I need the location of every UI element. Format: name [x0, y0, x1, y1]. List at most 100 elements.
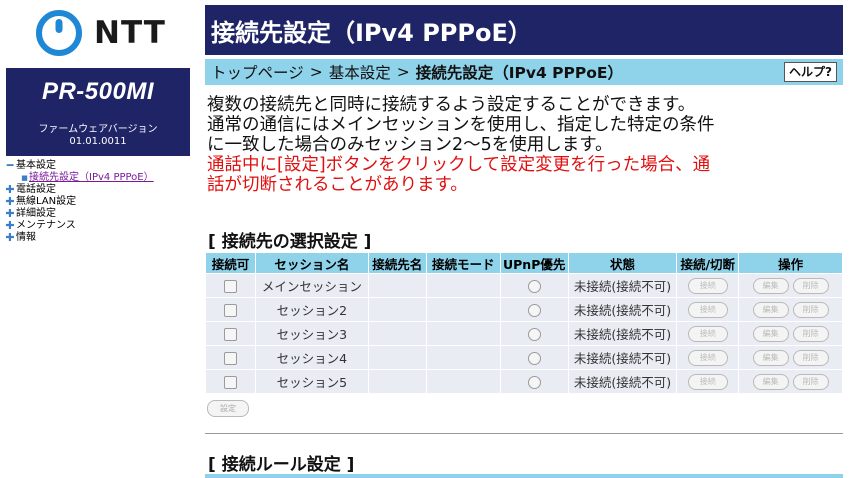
page-description: 複数の接続先と同時に接続するよう設定することができます。 通常の通信にはメインセ…: [207, 95, 847, 195]
enable-checkbox[interactable]: [223, 376, 237, 389]
column-header: 接続モード: [425, 252, 501, 274]
upnp-priority-radio[interactable]: [527, 328, 541, 341]
connection-mode-cell: [425, 273, 501, 298]
sidebar-item-label: 基本設定: [16, 160, 56, 171]
upnp-priority-radio[interactable]: [527, 304, 541, 317]
description-line: 通常の通信にはメインセッションを使用し、指定した特定の条件: [207, 115, 715, 135]
sidebar-item-label: 電話設定: [16, 184, 56, 195]
delete-button[interactable]: 削除: [792, 373, 829, 390]
ntt-logo: NTT: [36, 10, 176, 56]
plus-icon: ✚: [5, 231, 15, 244]
table-row: セッション5 未接続(接続不可) 接続 編集 削除: [205, 369, 843, 394]
table-row: セッション4 未接続(接続不可) 接続 編集 削除: [205, 345, 843, 370]
description-line: 複数の接続先と同時に接続するよう設定することができます。: [207, 95, 696, 115]
table-row: セッション3 未接続(接続不可) 接続 編集 削除: [205, 321, 843, 346]
square-bullet-icon: ■: [21, 174, 28, 182]
ntt-logo-icon: [36, 10, 82, 56]
session-name: セッション2: [254, 297, 369, 322]
breadcrumb-top[interactable]: トップページ: [211, 61, 304, 83]
minus-icon: ━: [6, 159, 14, 172]
page-title-bar: 接続先設定（IPv4 PPPoE）: [205, 5, 843, 55]
column-header: 接続/切断: [676, 252, 740, 274]
session-name: メインセッション: [254, 273, 369, 298]
destination-name-cell: [367, 273, 427, 298]
sidebar-item-info[interactable]: ✚ 情報: [5, 232, 200, 244]
destination-name-cell: [367, 321, 427, 346]
enable-checkbox[interactable]: [223, 280, 237, 293]
session-name: セッション5: [254, 369, 369, 394]
delete-button[interactable]: 削除: [792, 349, 829, 366]
breadcrumb-current: 接続先設定（IPv4 PPPoE）: [415, 64, 623, 82]
edit-button[interactable]: 編集: [752, 277, 789, 294]
sidebar-item-pppoe[interactable]: ■ 接続先設定（IPv4 PPPoE）: [5, 172, 200, 184]
logo-text: NTT: [94, 15, 166, 51]
sidebar-item-label[interactable]: 接続先設定（IPv4 PPPoE）: [29, 172, 154, 184]
connect-button[interactable]: 接続: [687, 325, 728, 342]
upnp-priority-radio[interactable]: [527, 352, 541, 365]
help-button[interactable]: ヘルプ?: [784, 62, 837, 82]
status-text: 未接続(接続不可): [567, 369, 678, 394]
edit-button[interactable]: 編集: [752, 325, 789, 342]
enable-checkbox[interactable]: [223, 304, 237, 317]
sessions-table: 接続可 セッション名 接続先名 接続モード UPnP優先 状態 接続/切断 操作…: [205, 252, 843, 394]
connect-button[interactable]: 接続: [687, 277, 728, 294]
column-header: 状態: [567, 252, 678, 274]
model-name: PR-500MI: [41, 78, 155, 105]
delete-button[interactable]: 削除: [792, 301, 829, 318]
table-row: メインセッション 未接続(接続不可) 接続 編集 削除: [205, 273, 843, 298]
firmware-label: ファームウェアバージョン: [38, 124, 158, 135]
upnp-priority-radio[interactable]: [527, 376, 541, 389]
destination-name-cell: [367, 297, 427, 322]
destination-name-cell: [367, 345, 427, 370]
column-header: 接続先名: [367, 252, 427, 274]
rules-section-title: [ 接続ルール設定 ]: [208, 455, 355, 475]
delete-button[interactable]: 削除: [792, 325, 829, 342]
warning-line: 話が切断されることがあります。: [207, 175, 468, 195]
sidebar-item-label: メンテナンス: [16, 220, 76, 231]
edit-button[interactable]: 編集: [752, 373, 789, 390]
sidebar-nav: ━ 基本設定 ■ 接続先設定（IPv4 PPPoE） ✚ 電話設定 ✚ 無線LA…: [5, 160, 200, 244]
connect-button[interactable]: 接続: [687, 349, 728, 366]
breadcrumb-separator: >: [396, 63, 410, 81]
column-header: 接続可: [205, 252, 256, 274]
session-name: セッション3: [254, 321, 369, 346]
breadcrumb-basic[interactable]: 基本設定: [329, 61, 391, 83]
page-title: 接続先設定（IPv4 PPPoE）: [211, 18, 532, 47]
sidebar-item-label: 情報: [16, 232, 36, 243]
sidebar-item-wlan[interactable]: ✚ 無線LAN設定: [5, 196, 200, 208]
column-header: UPnP優先: [499, 252, 569, 274]
table-row: セッション2 未接続(接続不可) 接続 編集 削除: [205, 297, 843, 322]
edit-button[interactable]: 編集: [752, 349, 789, 366]
connection-mode-cell: [425, 369, 501, 394]
table-header-row: 接続可 セッション名 接続先名 接続モード UPnP優先 状態 接続/切断 操作: [205, 252, 843, 274]
edit-button[interactable]: 編集: [752, 301, 789, 318]
set-button[interactable]: 設定: [207, 400, 249, 417]
delete-button[interactable]: 削除: [792, 277, 829, 294]
enable-checkbox[interactable]: [223, 352, 237, 365]
section-divider: [205, 433, 843, 434]
column-header: セッション名: [254, 252, 369, 274]
connection-mode-cell: [425, 297, 501, 322]
connect-button[interactable]: 接続: [687, 301, 728, 318]
breadcrumb-separator: >: [309, 63, 323, 81]
status-text: 未接続(接続不可): [567, 321, 678, 346]
breadcrumb: トップページ > 基本設定 > 接続先設定（IPv4 PPPoE） ヘルプ?: [205, 59, 843, 85]
destination-name-cell: [367, 369, 427, 394]
session-name: セッション4: [254, 345, 369, 370]
upnp-priority-radio[interactable]: [527, 280, 541, 293]
sidebar-item-phone[interactable]: ✚ 電話設定: [5, 184, 200, 196]
status-text: 未接続(接続不可): [567, 297, 678, 322]
description-line: に一致した場合のみセッション2〜5を使用します。: [207, 135, 613, 155]
status-text: 未接続(接続不可): [567, 345, 678, 370]
sidebar-item-basic[interactable]: ━ 基本設定: [5, 160, 200, 172]
model-box: PR-500MI ファームウェアバージョン 01.01.0011: [6, 68, 190, 156]
rules-table-header-strip: [205, 474, 843, 478]
firmware-version: 01.01.0011: [69, 136, 127, 147]
status-text: 未接続(接続不可): [567, 273, 678, 298]
connect-button[interactable]: 接続: [687, 373, 728, 390]
sidebar-item-maintenance[interactable]: ✚ メンテナンス: [5, 220, 200, 232]
sessions-section-title: [ 接続先の選択設定 ]: [208, 232, 372, 252]
enable-checkbox[interactable]: [223, 328, 237, 341]
sidebar-item-advanced[interactable]: ✚ 詳細設定: [5, 208, 200, 220]
warning-line: 通話中に[設定]ボタンをクリックして設定変更を行った場合、通: [207, 155, 711, 175]
